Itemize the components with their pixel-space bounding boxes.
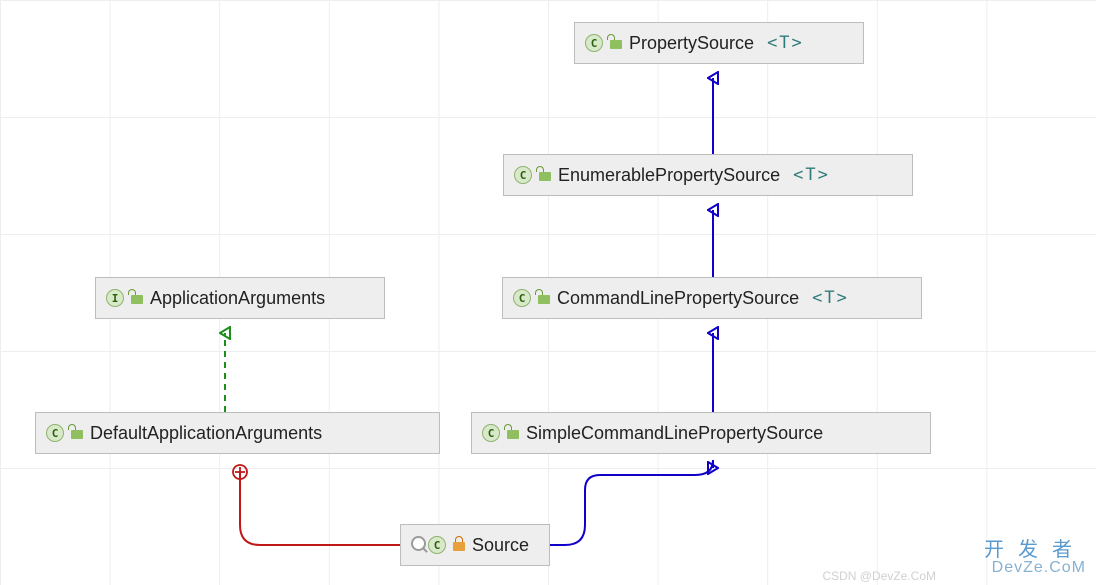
node-label: DefaultApplicationArguments [90,423,322,444]
node-label: CommandLinePropertySource [557,288,799,309]
class-icon: C [428,536,446,554]
node-label: SimpleCommandLinePropertySource [526,423,823,444]
interface-icon: I [106,289,124,307]
node-label: PropertySource [629,33,754,54]
type-param: <T> [767,33,804,53]
node-default-application-arguments[interactable]: C DefaultApplicationArguments [35,412,440,454]
unlock-icon [507,427,519,439]
unlock-icon [538,292,550,304]
node-simple-commandline-property-source[interactable]: C SimpleCommandLinePropertySource [471,412,931,454]
class-icon: C [513,289,531,307]
type-param: <T> [812,288,849,308]
node-commandline-property-source[interactable]: C CommandLinePropertySource <T> [502,277,922,319]
node-label: EnumerablePropertySource [558,165,780,186]
node-source[interactable]: C Source [400,524,550,566]
node-label: Source [472,535,529,556]
node-application-arguments[interactable]: I ApplicationArguments [95,277,385,319]
unlock-icon [539,169,551,181]
unlock-icon [71,427,83,439]
watermark-en: DevZe.CoM [984,559,1086,577]
credit-text: CSDN @DevZe.CoM [822,569,936,583]
node-enumerable-property-source[interactable]: C EnumerablePropertySource <T> [503,154,913,196]
unlock-icon [610,37,622,49]
lock-icon [453,539,465,551]
unlock-icon [131,292,143,304]
type-param: <T> [793,165,830,185]
class-icon: C [585,34,603,52]
class-icon: C [514,166,532,184]
watermark-cn: 开发者 [984,539,1086,561]
class-icon: C [482,424,500,442]
magnifier-icon [411,536,429,554]
node-property-source[interactable]: C PropertySource <T> [574,22,864,64]
node-label: ApplicationArguments [150,288,325,309]
class-icon: C [46,424,64,442]
watermark: 开发者 DevZe.CoM [984,539,1086,577]
